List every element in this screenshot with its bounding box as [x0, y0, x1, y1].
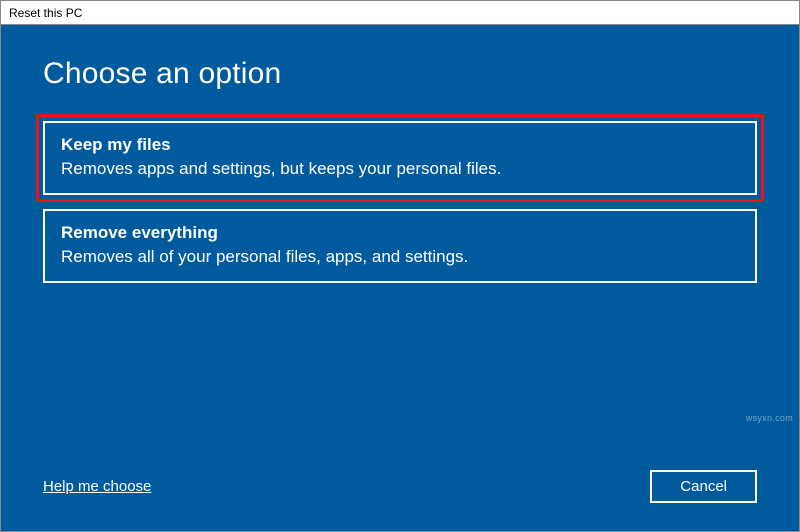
cancel-button[interactable]: Cancel: [650, 470, 757, 503]
option-keep-my-files[interactable]: Keep my files Removes apps and settings,…: [43, 121, 757, 195]
reset-pc-window: Reset this PC Choose an option Keep my f…: [0, 0, 800, 532]
titlebar: Reset this PC: [1, 1, 799, 25]
page-title: Choose an option: [43, 57, 757, 91]
option-remove-everything[interactable]: Remove everything Removes all of your pe…: [43, 209, 757, 283]
content-area: Choose an option Keep my files Removes a…: [1, 25, 799, 531]
watermark: wsyxn.com: [746, 413, 793, 423]
window-title: Reset this PC: [9, 6, 82, 20]
option-title: Keep my files: [61, 135, 739, 155]
footer: Help me choose Cancel: [43, 470, 757, 503]
highlight-keep-my-files: Keep my files Removes apps and settings,…: [36, 114, 764, 202]
help-me-choose-link[interactable]: Help me choose: [43, 478, 151, 495]
option-title: Remove everything: [61, 223, 739, 243]
option-desc: Removes all of your personal files, apps…: [61, 247, 739, 267]
options-list: Keep my files Removes apps and settings,…: [43, 121, 757, 283]
option-desc: Removes apps and settings, but keeps you…: [61, 159, 739, 179]
